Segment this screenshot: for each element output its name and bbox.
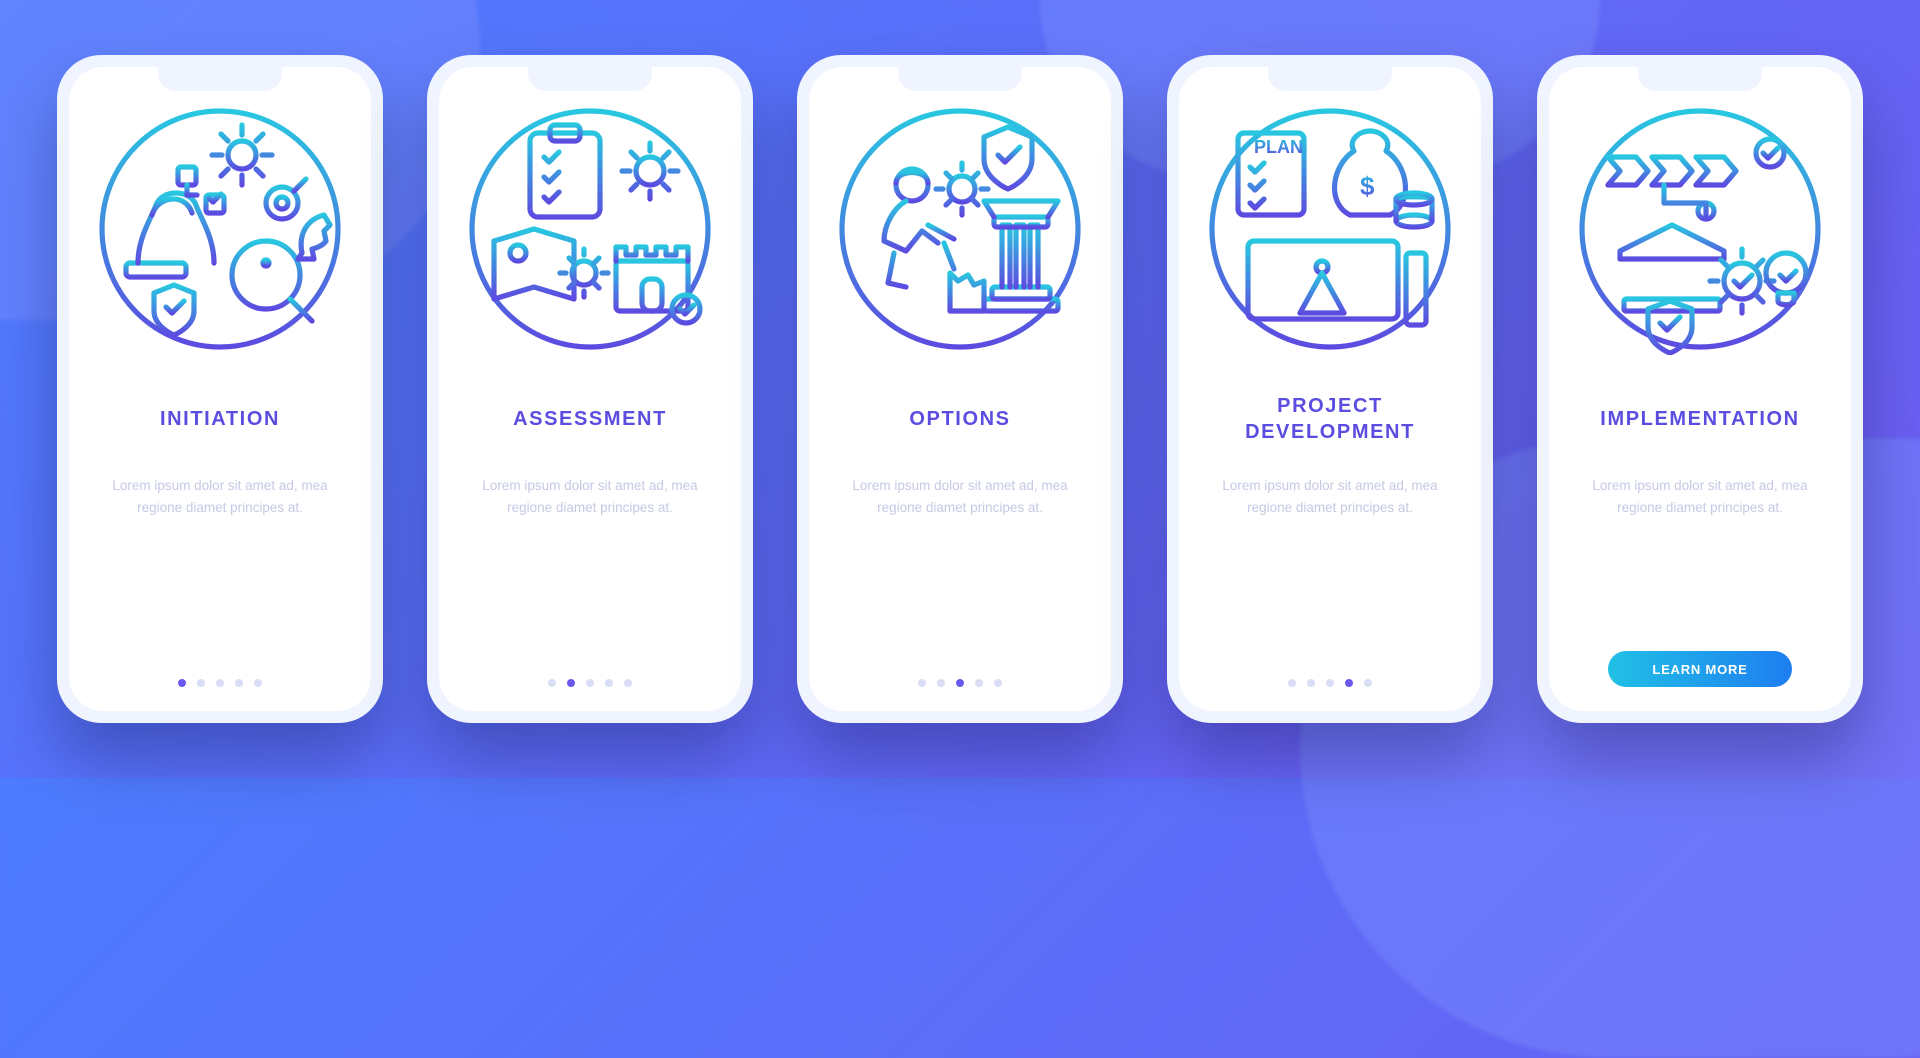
page-dot[interactable]	[975, 679, 983, 687]
page-dot[interactable]	[956, 679, 964, 687]
phone-screen: PROJECT DEVELOPMENT Lorem ipsum dolor sit…	[1179, 67, 1481, 711]
page-dot[interactable]	[605, 679, 613, 687]
page-dot[interactable]	[567, 679, 575, 687]
page-dot[interactable]	[937, 679, 945, 687]
onboarding-description: Lorem ipsum dolor sit amet ad, mea regio…	[467, 475, 713, 518]
phone-notch	[898, 67, 1022, 91]
onboarding-description: Lorem ipsum dolor sit amet ad, mea regio…	[97, 475, 343, 518]
onboarding-description: Lorem ipsum dolor sit amet ad, mea regio…	[1577, 475, 1823, 518]
onboarding-title: IMPLEMENTATION	[1600, 393, 1799, 445]
phone-notch	[158, 67, 282, 91]
onboarding-description: Lorem ipsum dolor sit amet ad, mea regio…	[1207, 475, 1453, 518]
options-icon	[834, 103, 1086, 355]
phone-notch	[1268, 67, 1392, 91]
page-dot[interactable]	[1326, 679, 1334, 687]
phone-screen: IMPLEMENTATION Lorem ipsum dolor sit amet…	[1549, 67, 1851, 711]
page-indicator	[548, 679, 632, 687]
initiation-icon	[94, 103, 346, 355]
phone-mockup-4: IMPLEMENTATION Lorem ipsum dolor sit amet…	[1537, 55, 1863, 723]
phone-mockup-1: ASSESSMENT Lorem ipsum dolor sit amet ad,…	[427, 55, 753, 723]
page-dot[interactable]	[216, 679, 224, 687]
onboarding-title: PROJECT DEVELOPMENT	[1203, 393, 1457, 445]
page-dot[interactable]	[548, 679, 556, 687]
phone-mockup-3: PROJECT DEVELOPMENT Lorem ipsum dolor sit…	[1167, 55, 1493, 723]
learn-more-button[interactable]: LEARN MORE	[1608, 651, 1792, 687]
page-dot[interactable]	[235, 679, 243, 687]
phone-notch	[528, 67, 652, 91]
phone-screen: OPTIONS Lorem ipsum dolor sit amet ad, me…	[809, 67, 1111, 711]
page-indicator	[918, 679, 1002, 687]
phone-notch	[1638, 67, 1762, 91]
page-dot[interactable]	[1345, 679, 1353, 687]
phone-screen: INITIATION Lorem ipsum dolor sit amet ad,…	[69, 67, 371, 711]
assessment-icon	[464, 103, 716, 355]
page-dot[interactable]	[1307, 679, 1315, 687]
phone-mockup-0: INITIATION Lorem ipsum dolor sit amet ad,…	[57, 55, 383, 723]
page-dot[interactable]	[178, 679, 186, 687]
page-dot[interactable]	[254, 679, 262, 687]
phone-screen: ASSESSMENT Lorem ipsum dolor sit amet ad,…	[439, 67, 741, 711]
onboarding-title: INITIATION	[160, 393, 280, 445]
onboarding-title: ASSESSMENT	[513, 393, 667, 445]
onboarding-description: Lorem ipsum dolor sit amet ad, mea regio…	[837, 475, 1083, 518]
project-dev-icon	[1204, 103, 1456, 355]
page-indicator	[178, 679, 262, 687]
page-indicator	[1288, 679, 1372, 687]
page-dot[interactable]	[994, 679, 1002, 687]
onboarding-stage: INITIATION Lorem ipsum dolor sit amet ad,…	[0, 0, 1920, 778]
phone-mockup-2: OPTIONS Lorem ipsum dolor sit amet ad, me…	[797, 55, 1123, 723]
page-dot[interactable]	[197, 679, 205, 687]
page-dot[interactable]	[1288, 679, 1296, 687]
implementation-icon	[1574, 103, 1826, 355]
onboarding-title: OPTIONS	[909, 393, 1010, 445]
page-dot[interactable]	[1364, 679, 1372, 687]
page-dot[interactable]	[624, 679, 632, 687]
page-dot[interactable]	[918, 679, 926, 687]
page-dot[interactable]	[586, 679, 594, 687]
